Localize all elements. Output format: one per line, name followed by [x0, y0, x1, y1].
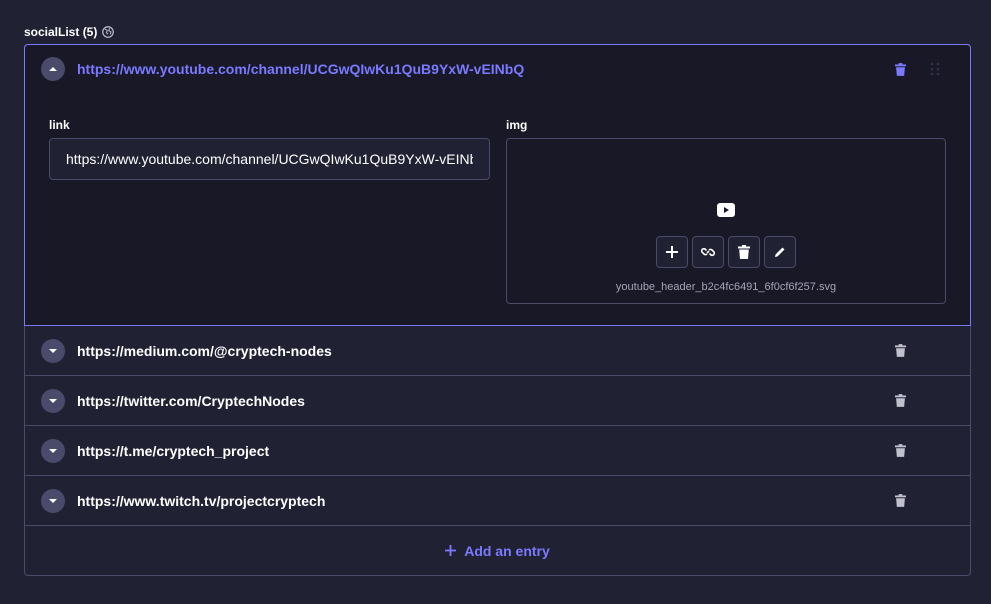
field-label: socialList (5): [24, 25, 115, 39]
chevron-up-icon[interactable]: [41, 57, 65, 81]
pencil-icon: [775, 247, 785, 257]
entry-title: https://medium.com/@cryptech-nodes: [77, 342, 332, 359]
edit-media-button[interactable]: [764, 236, 796, 268]
entry-header[interactable]: https://www.youtube.com/channel/UCGwQIwK…: [25, 45, 970, 93]
link-input[interactable]: [49, 138, 490, 180]
trash-icon[interactable]: [892, 343, 908, 359]
entry-header[interactable]: https://www.twitch.tv/projectcryptech: [25, 476, 970, 525]
trash-icon: [738, 245, 750, 259]
chevron-down-icon[interactable]: [41, 388, 65, 413]
entry-header[interactable]: https://twitter.com/CryptechNodes: [25, 376, 970, 425]
chevron-down-icon[interactable]: [41, 338, 65, 363]
trash-icon[interactable]: [892, 61, 908, 77]
entry-header[interactable]: https://t.me/cryptech_project: [25, 426, 970, 475]
list-entry: https://twitter.com/CryptechNodes: [25, 376, 970, 426]
entry-title: https://t.me/cryptech_project: [77, 442, 270, 459]
img-label: img: [506, 118, 528, 132]
globe-icon: [102, 26, 115, 38]
drag-handle-icon[interactable]: [928, 62, 942, 76]
field-label-text: socialList (5): [24, 25, 98, 39]
youtube-icon: [717, 203, 735, 217]
copy-link-button[interactable]: [692, 236, 724, 268]
chevron-down-icon[interactable]: [41, 438, 65, 463]
list-entry: https://medium.com/@cryptech-nodes: [25, 326, 970, 376]
entry-title: https://www.twitch.tv/projectcryptech: [77, 492, 326, 509]
plus-icon: [666, 246, 678, 258]
entry-title: https://twitter.com/CryptechNodes: [77, 392, 305, 409]
link-icon: [701, 247, 715, 257]
list-entry-expanded: https://www.youtube.com/channel/UCGwQIwK…: [24, 44, 971, 326]
entry-header[interactable]: https://medium.com/@cryptech-nodes: [25, 326, 970, 375]
entry-title: https://www.youtube.com/channel/UCGwQIwK…: [77, 61, 525, 77]
repeatable-list: https://www.youtube.com/channel/UCGwQIwK…: [24, 44, 971, 576]
add-entry-label: Add an entry: [464, 542, 550, 559]
media-preview: youtube_header_b2c4fc6491_6f0cf6f257.svg: [506, 138, 946, 304]
list-entry: https://t.me/cryptech_project: [25, 426, 970, 476]
add-media-button[interactable]: [656, 236, 688, 268]
chevron-down-icon[interactable]: [41, 488, 65, 513]
plus-icon: [445, 545, 457, 556]
trash-icon[interactable]: [892, 443, 908, 459]
entry-body: link img: [25, 93, 970, 325]
media-actions: [656, 236, 796, 268]
trash-icon[interactable]: [892, 493, 908, 509]
add-entry-button[interactable]: Add an entry: [25, 526, 970, 575]
trash-icon[interactable]: [892, 393, 908, 409]
delete-media-button[interactable]: [728, 236, 760, 268]
link-label: link: [49, 118, 70, 132]
file-name: youtube_header_b2c4fc6491_6f0cf6f257.svg: [615, 281, 837, 293]
list-entry: https://www.twitch.tv/projectcryptech: [25, 476, 970, 526]
